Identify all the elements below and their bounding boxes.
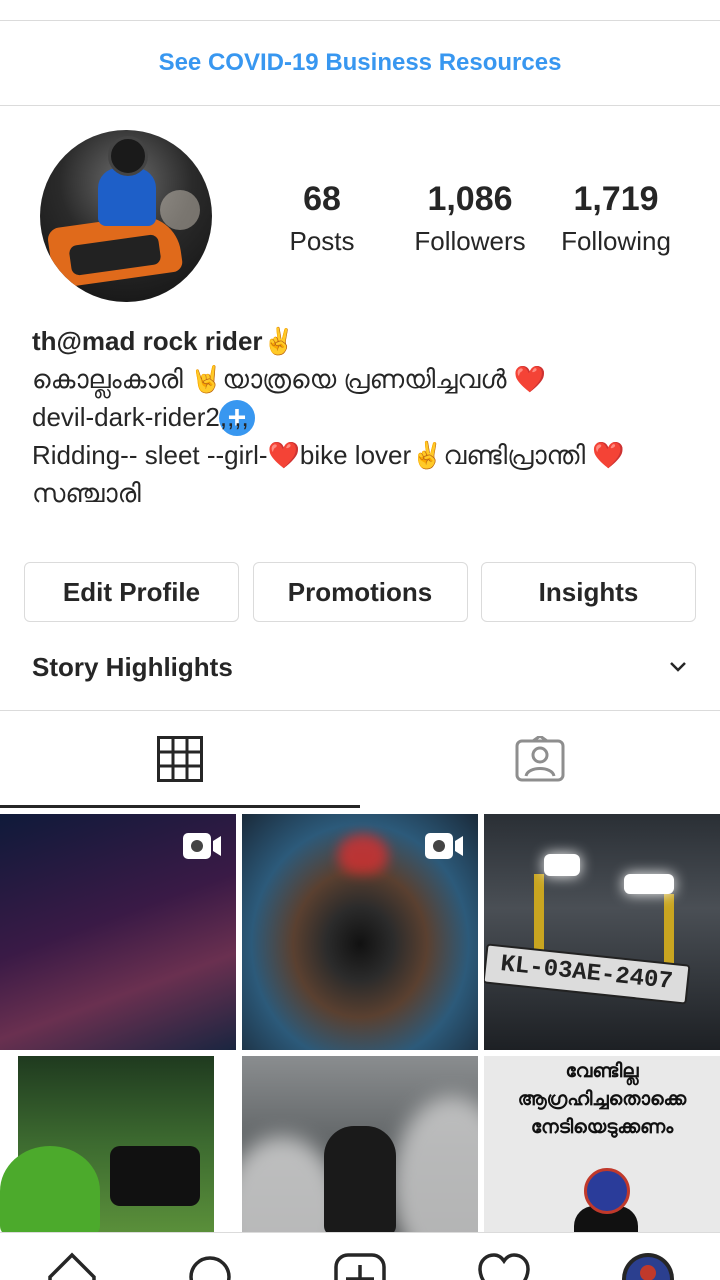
search-icon[interactable] xyxy=(184,1251,240,1280)
posts-label: Posts xyxy=(289,226,355,256)
profile-avatar-container: + xyxy=(40,130,259,440)
bio-line: Ridding-- sleet --girl-❤️bike lover✌️വണ്… xyxy=(32,440,625,470)
chevron-down-icon xyxy=(670,662,686,672)
covid-resources-link[interactable]: See COVID-19 Business Resources xyxy=(159,49,562,77)
posts-count: 68 xyxy=(303,180,341,218)
license-plate: KL-03AE-2407 xyxy=(484,943,691,1005)
tab-tagged[interactable] xyxy=(360,711,720,807)
profile-bio: th@mad rock rider✌️ കൊല്ലംകാരി 🤘യാത്രയെ … xyxy=(32,322,702,512)
bio-line: devil-dark-rider2,,,, xyxy=(32,402,249,432)
add-post-icon[interactable] xyxy=(332,1251,388,1280)
followers-label: Followers xyxy=(414,226,526,256)
home-icon[interactable] xyxy=(44,1251,100,1280)
covid-resources-banner: See COVID-19 Business Resources xyxy=(0,20,720,106)
profile-avatar[interactable] xyxy=(40,130,212,302)
followers-count: 1,086 xyxy=(427,180,513,218)
following-label: Following xyxy=(561,226,671,256)
promotions-button[interactable]: Promotions xyxy=(252,562,468,622)
bio-line: സഞ്ചാരി xyxy=(32,478,141,508)
tab-grid[interactable] xyxy=(0,711,360,807)
active-tab-indicator xyxy=(0,805,360,808)
profile-tabs xyxy=(0,710,720,808)
profile-name: th@mad rock rider✌️ xyxy=(32,326,295,356)
bottom-navigation xyxy=(0,1232,720,1280)
video-camera-icon xyxy=(183,833,221,859)
following-count: 1,719 xyxy=(573,180,659,218)
following-stat[interactable]: 1,719 Following xyxy=(554,178,678,262)
profile-avatar[interactable] xyxy=(620,1251,676,1280)
bio-line: കൊല്ലംകാരി 🤘യാത്രയെ പ്രണയിച്ചവൾ ❤️ xyxy=(32,364,547,394)
story-highlights-title: Story Highlights xyxy=(32,651,233,682)
edit-profile-button[interactable]: Edit Profile xyxy=(24,562,239,622)
grid-post[interactable] xyxy=(0,814,236,1050)
followers-stat[interactable]: 1,086 Followers xyxy=(406,178,534,262)
post-quote: വേണ്ടില്ല ആഗ്രഹിച്ചതൊക്കെ നേടിയെടുക്കണം xyxy=(517,1061,687,1138)
video-camera-icon xyxy=(425,833,463,859)
grid-post[interactable]: KL-03AE-2407 xyxy=(484,814,720,1050)
story-highlights-toggle[interactable]: Story Highlights xyxy=(32,644,688,690)
grid-post[interactable] xyxy=(242,814,478,1050)
tagged-person-icon xyxy=(515,736,565,782)
grid-icon xyxy=(157,736,203,782)
profile-actions: Edit Profile Promotions Insights xyxy=(24,562,696,622)
posts-stat[interactable]: 68 Posts xyxy=(280,178,364,262)
insights-button[interactable]: Insights xyxy=(481,562,696,622)
heart-icon[interactable] xyxy=(476,1251,532,1280)
